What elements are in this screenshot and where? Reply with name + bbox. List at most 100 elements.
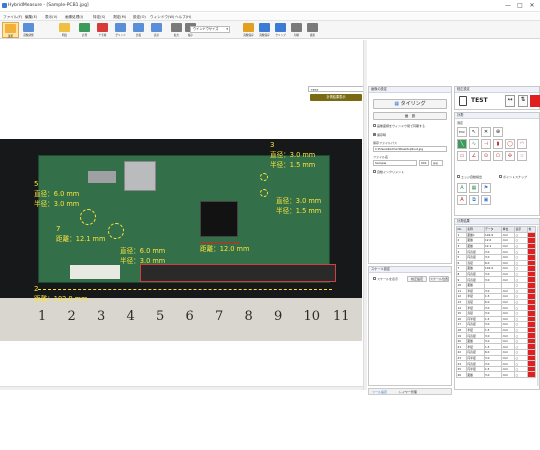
measured-photo[interactable]: 5 直径：6.0 mm 半径：3.0 mm 7 距離：12.1 mm 3 直径：… — [0, 139, 362, 341]
annotation-7[interactable]: 7 距離：12.1 mm — [56, 225, 105, 243]
toolbar-button[interactable]: 検索 — [304, 22, 321, 38]
circle-marker[interactable] — [80, 209, 96, 225]
measure-tool-icon[interactable]: ⊣ — [481, 139, 491, 149]
tab-tool-settings[interactable]: ツール設定 — [372, 390, 387, 394]
save-checkbox[interactable] — [373, 133, 376, 136]
close-button[interactable]: ✕ — [526, 1, 538, 10]
scale-position-button[interactable]: スケール位置 — [429, 276, 449, 282]
toolbar-button[interactable]: 画像調整 — [20, 22, 37, 38]
auto-increment-row[interactable]: 自動インクリメント — [373, 170, 404, 174]
toolbar-button[interactable]: 画像保存 — [240, 22, 257, 38]
panel-header: 画像の設定 — [369, 87, 451, 93]
esc-button[interactable]: ESC — [457, 127, 467, 137]
calibrate-icon[interactable] — [459, 96, 467, 106]
menu-edit[interactable]: 編集(E) — [25, 15, 37, 20]
sync-icon[interactable]: ⇅ — [518, 95, 528, 107]
toolbar-button[interactable]: 表示 — [148, 22, 165, 38]
ruler-number: 9 — [274, 309, 283, 324]
menu-help[interactable]: ヘルプ(H) — [175, 15, 191, 20]
sync-checkbox-row[interactable]: 画像座標をウィンドウ間で同期する — [373, 124, 425, 128]
polyline-tool-icon[interactable]: ∿ — [469, 139, 479, 149]
measure-result-button[interactable]: 計測結果表示 — [310, 94, 362, 101]
sync-checkbox[interactable] — [373, 124, 376, 127]
scale-checkbox-row[interactable]: スケールを表示 — [373, 277, 398, 281]
circle-tool-icon[interactable]: ◯ — [505, 139, 515, 149]
toolbar-button[interactable]: クリップ — [272, 22, 289, 38]
menu-view[interactable]: 表示(V) — [45, 15, 57, 20]
edge-detect-row[interactable]: エッジ自動検出 — [457, 175, 482, 179]
text-tool-icon[interactable]: A — [457, 183, 467, 193]
scale-checkbox[interactable] — [373, 277, 376, 280]
table-cell — [527, 371, 536, 378]
vertical-scrollbar[interactable] — [363, 40, 367, 390]
menu-image[interactable]: 画像処理(I) — [65, 15, 83, 20]
toolbar-button-label: 画像調整 — [23, 34, 34, 37]
menu-settings[interactable]: 設定(O) — [133, 15, 146, 20]
annotation[interactable]: 距離：12.0 mm — [200, 243, 249, 253]
calibrate-button[interactable]: 校正設定 — [407, 276, 427, 282]
chart-tool-icon[interactable]: ▮ — [493, 139, 503, 149]
maximize-button[interactable]: □ — [514, 1, 526, 10]
menu-measure[interactable]: 測定(M) — [113, 15, 126, 20]
rect-tool-icon[interactable]: ▭ — [457, 151, 467, 161]
panel-header: 校正設定 — [455, 87, 539, 93]
annotation[interactable]: 直径：6.0 mm 半径：3.0 mm — [120, 245, 165, 265]
annotation-2[interactable]: 2 距離：102.9 mm — [34, 285, 88, 303]
extension-select[interactable]: jpg — [431, 160, 443, 166]
delete-icon[interactable]: ✕ — [481, 127, 491, 137]
arc-tool-icon[interactable]: ◠ — [517, 139, 527, 149]
auto-increment-checkbox[interactable] — [373, 170, 376, 173]
tiling-button[interactable]: ▦ タイリング — [373, 99, 447, 109]
number-input[interactable]: 001 — [419, 160, 429, 166]
toolbar-button[interactable]: グリッド — [112, 22, 129, 38]
edge-detect-checkbox[interactable] — [457, 175, 460, 178]
circle-marker[interactable] — [108, 223, 124, 239]
display-icon — [151, 23, 162, 32]
angle-tool-icon[interactable]: ∠ — [469, 151, 479, 161]
toolbar-button[interactable]: 十字線 — [94, 22, 111, 38]
grid-tool-icon[interactable]: ▦ — [469, 183, 479, 193]
color-icon[interactable] — [530, 95, 540, 107]
toolbar-button[interactable]: 計測 — [76, 22, 93, 38]
circle-marker[interactable] — [260, 189, 268, 197]
line-tool-icon[interactable]: ╲ — [457, 139, 467, 149]
annotation[interactable]: 直径：3.0 mm 半径：1.5 mm — [276, 195, 321, 215]
toolbar-button[interactable]: 選択 — [2, 22, 19, 38]
path-input[interactable]: C:¥Users¥Admin¥Desktop¥out.jpg — [373, 146, 447, 152]
flag-tool-icon[interactable]: ⚑ — [481, 183, 491, 193]
text2-tool-icon[interactable]: A — [457, 195, 467, 205]
save-tool-icon[interactable]: ▣ — [481, 195, 491, 205]
table-row[interactable]: 26 距離 3.0 mm ○ — [456, 371, 536, 378]
copy-tool-icon[interactable]: ⧉ — [469, 195, 479, 205]
select-icon[interactable]: ↖ — [469, 127, 479, 137]
ruler-number: 5 — [156, 309, 165, 324]
menu-window[interactable]: ウィンドウ(W) — [150, 15, 174, 20]
point-snap-checkbox[interactable] — [499, 175, 502, 178]
toolbar-button[interactable]: 比較 — [130, 22, 147, 38]
tab-layers[interactable]: レイヤー管理 — [399, 390, 417, 394]
menu-specify[interactable]: 特定(S) — [93, 15, 105, 20]
area-tool-icon[interactable]: ⬠ — [493, 151, 503, 161]
toolbar-button-label: 表示 — [153, 34, 160, 37]
multi-tool-icon[interactable]: ⁙ — [517, 151, 527, 161]
file-input[interactable]: Sample — [373, 160, 417, 166]
zoom-select[interactable]: ウインドウサイズ ▾ — [190, 26, 230, 33]
annotation-5[interactable]: 5 直径：6.0 mm 半径：3.0 mm — [34, 180, 79, 208]
count-tool-icon[interactable]: ⊙ — [481, 151, 491, 161]
toolbar-button-label: 検索 — [309, 34, 316, 37]
image-settings-button[interactable]: 画 設 — [373, 112, 447, 120]
menu-file[interactable]: ファイル(F) — [3, 15, 22, 20]
minimize-button[interactable]: — — [502, 1, 514, 10]
toolbar-button[interactable]: 印刷 — [288, 22, 305, 38]
toolbar-button[interactable]: 明度 — [56, 22, 73, 38]
save-checkbox-row[interactable]: 保存時 — [373, 133, 386, 137]
add-icon[interactable]: ⊕ — [493, 127, 503, 137]
circle-marker[interactable] — [260, 173, 268, 181]
toolbar-button[interactable]: 画像保存 — [256, 22, 273, 38]
point-tool-icon[interactable]: ✣ — [505, 151, 515, 161]
arrow-icon[interactable]: ↔ — [505, 95, 515, 107]
annotation-3[interactable]: 3 直径：3.0 mm 半径：1.5 mm — [270, 141, 315, 169]
point-snap-row[interactable]: ポイントスナップ — [499, 175, 527, 179]
horizontal-scrollbar[interactable] — [0, 386, 363, 390]
view-name-field[interactable]: TEST — [308, 86, 364, 92]
